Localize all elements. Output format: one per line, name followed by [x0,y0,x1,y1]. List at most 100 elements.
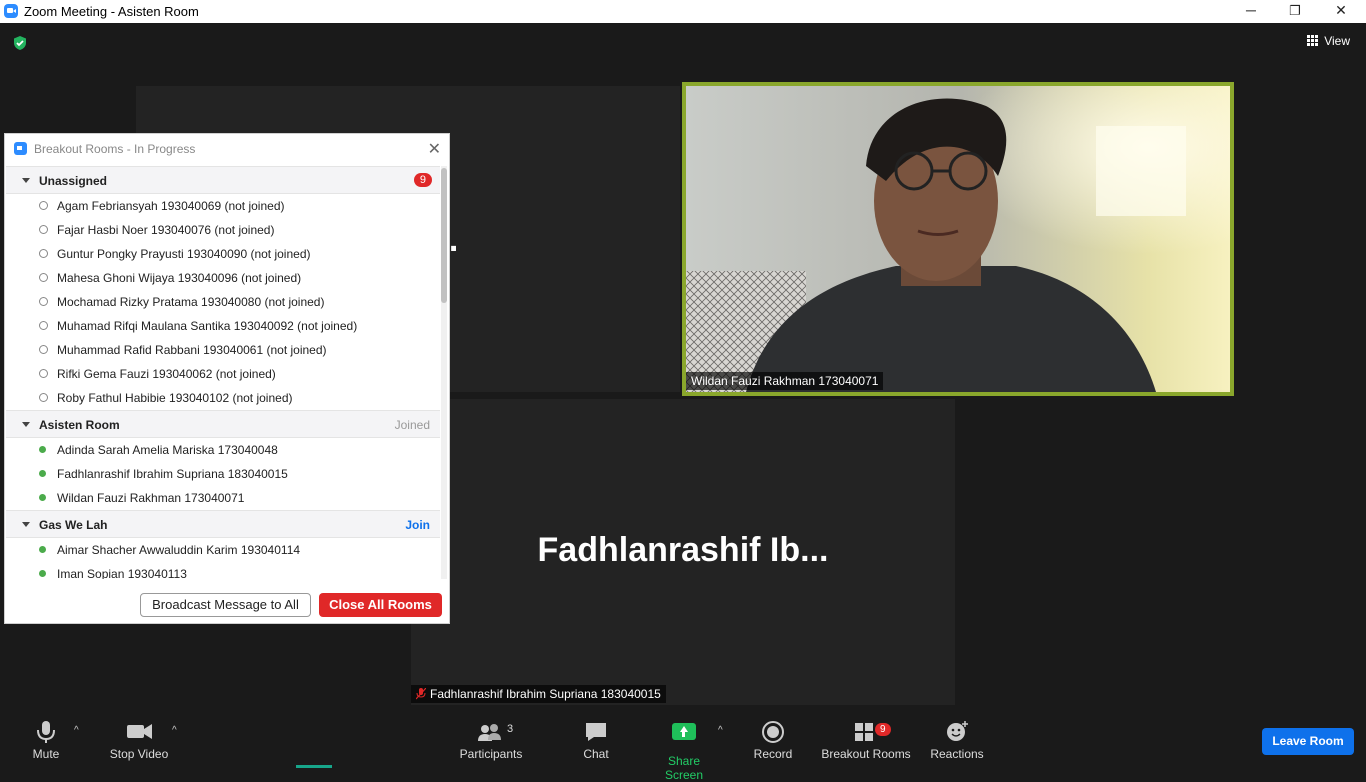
record-button[interactable]: Record [752,713,794,761]
participant-name-b-label: Fadhlanrashif Ibrahim Supriana 183040015 [430,687,661,701]
list-item[interactable]: Roby Fathul Habibie 193040102 (not joine… [6,386,440,410]
chat-label: Chat [583,747,609,761]
group-asisten-room[interactable]: Asisten Room Joined [6,410,440,438]
group-gas-we-lah[interactable]: Gas We Lah Join [6,510,440,538]
caret-down-icon[interactable] [22,178,30,183]
list-item[interactable]: Adinda Sarah Amelia Mariska 173040048 [6,438,440,462]
list-item[interactable]: Mochamad Rizky Pratama 193040080 (not jo… [6,290,440,314]
not-joined-status-icon [39,249,48,258]
restore-button[interactable]: ❐ [1272,0,1318,23]
group-unassigned[interactable]: Unassigned 9 [6,166,440,194]
member-name: Agam Febriansyah 193040069 (not joined) [57,199,285,213]
title-bar: Zoom Meeting - Asisten Room ─ ❐ ✕ [0,0,1366,23]
list-scrollbar[interactable] [441,166,447,579]
caret-down-icon[interactable] [22,522,30,527]
chat-bubble-icon [586,723,606,741]
breakout-panel-title: Breakout Rooms - In Progress [34,142,196,156]
share-screen-button[interactable]: Share Screen [650,713,718,782]
group-label: Unassigned [39,174,108,188]
caret-down-icon[interactable] [22,422,30,427]
share-options-caret[interactable]: ^ [718,725,723,736]
participants-button[interactable]: 3 Participants [454,713,528,761]
view-button[interactable]: View [1307,34,1350,48]
reactions-button[interactable]: Reactions [928,713,986,761]
chat-button[interactable]: Chat [576,713,616,761]
member-name: Guntur Pongky Prayusti 193040090 (not jo… [57,247,311,261]
list-item[interactable]: Fajar Hasbi Noer 193040076 (not joined) [6,218,440,242]
zoom-logo-icon [4,4,18,18]
breakout-rooms-button[interactable]: 9 Breakout Rooms [820,713,912,761]
mute-button[interactable]: Mute [26,713,66,761]
reactions-label: Reactions [930,747,984,761]
member-name: Fadhlanrashif Ibrahim Supriana 183040015 [57,467,288,481]
close-all-rooms-button[interactable]: Close All Rooms [319,593,442,617]
breakout-rooms-icon [855,723,873,741]
not-joined-status-icon [39,297,48,306]
member-name: Iman Sopian 193040113 [57,567,187,579]
breakout-rooms-panel: Breakout Rooms - In Progress ✕ Unassigne… [4,133,450,624]
share-screen-icon [650,713,718,745]
mute-label: Mute [32,747,60,761]
stop-video-label: Stop Video [109,747,169,761]
participant-name-tag-b: Fadhlanrashif Ibrahim Supriana 183040015 [411,685,666,703]
list-item[interactable]: Fadhlanrashif Ibrahim Supriana 183040015 [6,462,440,486]
group-label: Gas We Lah [39,518,108,532]
joined-status-icon [39,546,46,553]
participant-tile-b[interactable]: Fadhlanrashif Ib... Fadhlanrashif Ibrahi… [411,399,955,705]
record-label: Record [753,747,793,761]
active-speaker-video-tile[interactable]: Wildan Fauzi Rakhman 173040071 [682,82,1234,396]
record-icon [762,721,784,743]
breakout-count-badge: 9 [875,723,891,736]
list-item[interactable]: Muhamad Rifqi Maulana Santika 193040092 … [6,314,440,338]
list-item[interactable]: Mahesa Ghoni Wijaya 193040096 (not joine… [6,266,440,290]
join-room-button[interactable]: Join [405,518,430,532]
list-item[interactable]: Agam Febriansyah 193040069 (not joined) [6,194,440,218]
unassigned-count-badge: 9 [413,173,432,187]
member-name: Fajar Hasbi Noer 193040076 (not joined) [57,223,275,237]
participants-icon [478,724,501,741]
not-joined-status-icon [39,225,48,234]
not-joined-status-icon [39,321,48,330]
security-shield-icon[interactable] [12,35,28,51]
close-window-button[interactable]: ✕ [1318,0,1364,23]
joined-status-icon [39,446,46,453]
video-feed [686,86,1230,392]
member-name: Roby Fathul Habibie 193040102 (not joine… [57,391,293,405]
list-item[interactable]: Iman Sopian 193040113 [6,562,440,579]
member-name: Mahesa Ghoni Wijaya 193040096 (not joine… [57,271,302,285]
video-options-caret[interactable]: ^ [172,725,177,736]
mic-muted-icon [416,688,426,700]
meeting-toolbar: Mute ^ Stop Video ^ 3 Participants Chat … [0,713,1366,782]
window-title: Zoom Meeting - Asisten Room [24,4,199,19]
group-label: Asisten Room [39,418,120,432]
smiley-plus-icon [947,721,968,741]
member-name: Aimar Shacher Awwaluddin Karim 193040114 [57,543,301,557]
camera-image [686,86,1230,392]
member-name: Muhammad Rafid Rabbani 193040061 (not jo… [57,343,327,357]
member-name: Wildan Fauzi Rakhman 173040071 [57,491,245,505]
video-camera-icon [127,724,152,739]
close-panel-button[interactable]: ✕ [428,139,441,159]
joined-status-icon [39,470,46,477]
list-item[interactable]: Muhammad Rafid Rabbani 193040061 (not jo… [6,338,440,362]
stop-video-button[interactable]: Stop Video [104,713,174,761]
audio-options-caret[interactable]: ^ [74,725,79,736]
minimize-button[interactable]: ─ [1228,0,1274,23]
leave-room-button[interactable]: Leave Room [1262,728,1354,755]
not-joined-status-icon [39,393,48,402]
broadcast-message-button[interactable]: Broadcast Message to All [140,593,311,617]
breakout-panel-header: Breakout Rooms - In Progress ✕ [5,134,449,164]
list-item[interactable]: Wildan Fauzi Rakhman 173040071 [6,486,440,510]
member-name: Rifki Gema Fauzi 193040062 (not joined) [57,367,276,381]
joined-status-icon [39,494,46,501]
scrollbar-thumb[interactable] [441,168,447,303]
video-name-tag: Wildan Fauzi Rakhman 173040071 [686,372,884,390]
breakout-room-list: Unassigned 9 Agam Febriansyah 193040069 … [6,166,440,579]
list-item[interactable]: Aimar Shacher Awwaluddin Karim 193040114 [6,538,440,562]
not-joined-status-icon [39,201,48,210]
microphone-icon [37,721,55,743]
list-item[interactable]: Guntur Pongky Prayusti 193040090 (not jo… [6,242,440,266]
not-joined-status-icon [39,345,48,354]
member-name: Adinda Sarah Amelia Mariska 173040048 [57,443,278,457]
list-item[interactable]: Rifki Gema Fauzi 193040062 (not joined) [6,362,440,386]
